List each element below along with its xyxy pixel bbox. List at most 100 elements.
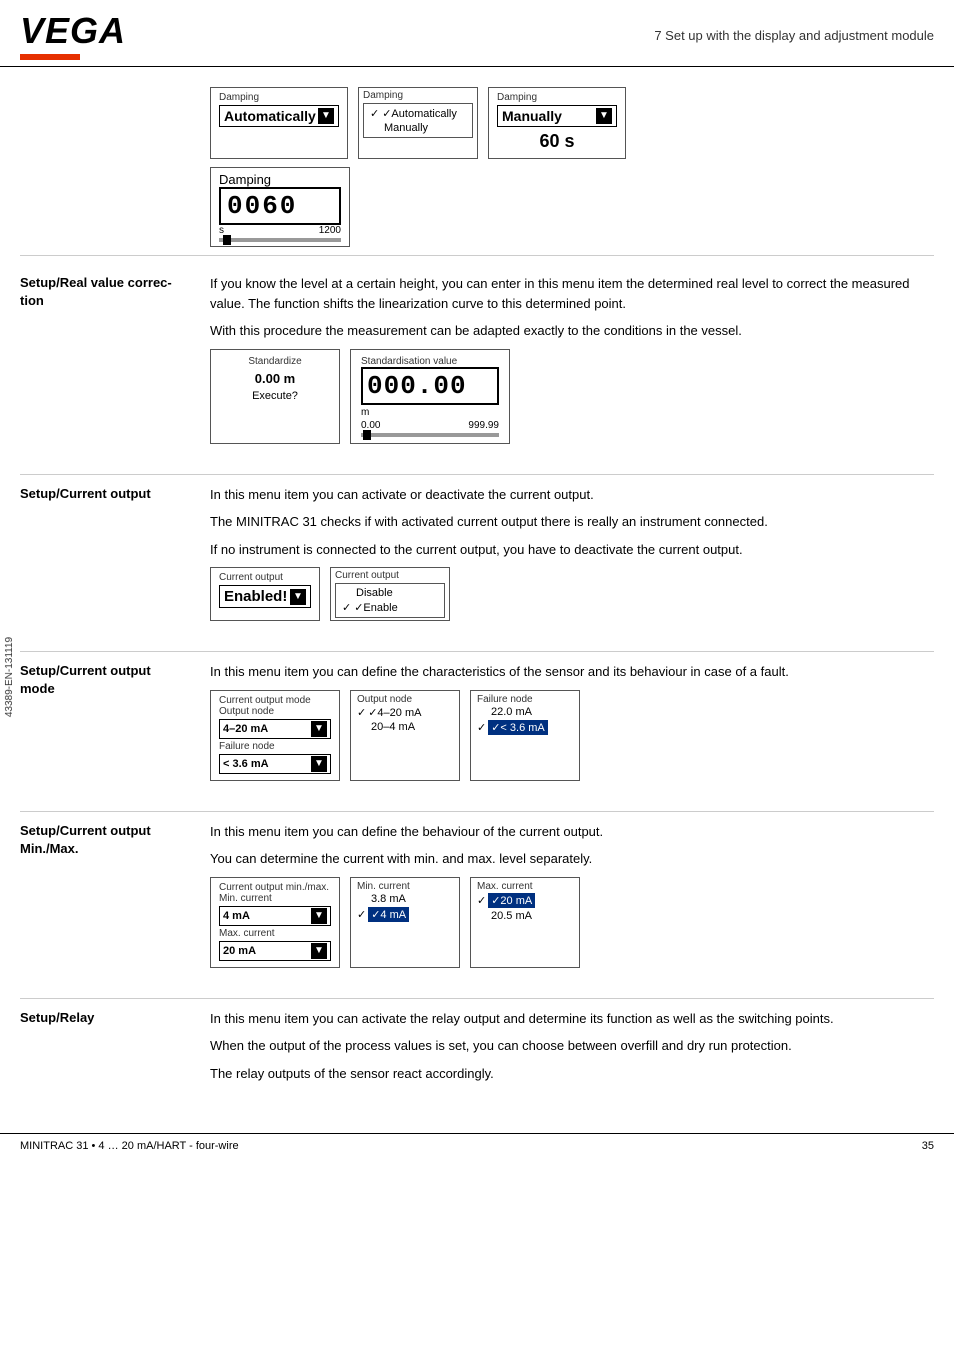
damping-widget-auto: Damping Automatically ▼ — [210, 87, 348, 159]
damping-menu-manual[interactable]: Manually — [370, 121, 466, 135]
side-label: 43389-EN-131119 — [4, 637, 15, 717]
damping-dropdown-1[interactable]: Automatically ▼ — [219, 105, 339, 127]
damping-slider-track[interactable] — [219, 238, 341, 242]
dropdown-arrow-2: ▼ — [596, 108, 612, 124]
std-num-box: Standardisation value 000.00 m 0.00 999.… — [350, 349, 510, 444]
max-menu-val2[interactable]: 20.5 mA — [477, 909, 573, 923]
co-menu-box: Current output Disable ✓Enable — [330, 567, 450, 621]
com-val1-row[interactable]: 4–20 mA ▼ — [219, 719, 331, 739]
minmax-heading: Setup/Current outputMin./Max. — [20, 822, 210, 976]
logo: VEGA — [20, 10, 126, 52]
com-arrow1: ▼ — [311, 721, 327, 737]
com-failure-menu: Failure node 22.0 mA ✓< 3.6 mA — [470, 690, 580, 781]
damping-menu-auto[interactable]: ✓Automatically — [370, 106, 466, 121]
real-value-widgets: Standardize 0.00 m Execute? Standardisat… — [210, 349, 934, 444]
co-menu-label: Current output — [335, 570, 445, 581]
relay-text2: When the output of the process values is… — [210, 1036, 934, 1056]
com-failure-label: Failure node — [477, 694, 573, 705]
damping-dropdown-2[interactable]: Manually ▼ — [497, 105, 617, 127]
relay-heading: Setup/Relay — [20, 1009, 210, 1092]
com-heading: Setup/Current outputmode — [20, 662, 210, 789]
damping-menu: ✓Automatically Manually — [363, 103, 473, 138]
std-slider-handle[interactable] — [363, 430, 371, 440]
minmax-min-row[interactable]: 4 mA ▼ — [219, 906, 331, 926]
co-text2: The MINITRAC 31 checks if with activated… — [210, 512, 934, 532]
com-title1a: Current output mode — [219, 695, 331, 706]
min-menu-label: Min. current — [357, 881, 453, 892]
std-unit: m — [361, 407, 369, 418]
minmax-section: Setup/Current outputMin./Max. In this me… — [20, 812, 934, 976]
co-menu-enable[interactable]: ✓Enable — [342, 600, 438, 615]
damping-num-label: Damping — [219, 172, 341, 187]
max-menu-label: Max. current — [477, 881, 573, 892]
com-text1: In this menu item you can define the cha… — [210, 662, 934, 682]
com-title1b: Output node — [219, 706, 331, 717]
com-out-val1[interactable]: ✓4–20 mA — [357, 705, 453, 720]
footer-left: MINITRAC 31 • 4 … 20 mA/HART - four-wire — [20, 1140, 239, 1152]
damping-label-1: Damping — [219, 92, 339, 103]
minmax-min-menu: Min. current 3.8 mA ✓4 mA — [350, 877, 460, 968]
min-menu-val2[interactable]: ✓4 mA — [357, 906, 453, 923]
com-content: In this menu item you can define the cha… — [210, 662, 934, 789]
co-value-text: Enabled! — [224, 588, 287, 605]
relay-text3: The relay outputs of the sensor react ac… — [210, 1064, 934, 1084]
current-output-section: Setup/Current output In this menu item y… — [20, 475, 934, 630]
relay-section: Setup/Relay In this menu item you can ac… — [20, 999, 934, 1092]
damping-value-2: Manually — [502, 108, 562, 124]
minmax-max-val: 20 mA — [223, 945, 256, 957]
damping-row1: Damping Automatically ▼ Damping ✓Automat… — [210, 87, 934, 159]
co-widgets: Current output Enabled! ▼ Current output… — [210, 567, 934, 621]
current-output-heading: Setup/Current output — [20, 485, 210, 630]
standardize-box: Standardize 0.00 m Execute? — [210, 349, 340, 444]
damping-slider-handle[interactable] — [223, 235, 231, 245]
std-val-label: Standardisation value — [361, 356, 499, 367]
logo-bar — [20, 54, 80, 60]
min-menu-val1[interactable]: 3.8 mA — [357, 892, 453, 906]
std-value: 0.00 m — [221, 371, 329, 386]
page-footer: MINITRAC 31 • 4 … 20 mA/HART - four-wire… — [0, 1133, 954, 1158]
co-menu-disable[interactable]: Disable — [342, 586, 438, 600]
real-value-text2: With this procedure the measurement can … — [210, 321, 934, 341]
real-value-section: Setup/Real value correc-tion If you know… — [20, 264, 934, 452]
damping-widget-menu: Damping ✓Automatically Manually — [358, 87, 478, 159]
minmax-content: In this menu item you can define the beh… — [210, 822, 934, 976]
relay-content: In this menu item you can activate the r… — [210, 1009, 934, 1092]
page-header: VEGA 7 Set up with the display and adjus… — [0, 0, 954, 67]
damping-menu-label: Damping — [363, 90, 473, 101]
com-val2-row[interactable]: < 3.6 mA ▼ — [219, 754, 331, 774]
damping-range-max: 1200 — [319, 225, 341, 236]
std-max: 999.99 — [468, 420, 499, 431]
com-out-val2[interactable]: 20–4 mA — [357, 720, 453, 734]
com-title1c: Failure node — [219, 741, 331, 752]
std-slider[interactable] — [361, 433, 499, 437]
com-arrow2: ▼ — [311, 756, 327, 772]
header-title: 7 Set up with the display and adjustment… — [654, 28, 934, 43]
damping-row2: Damping 0060 s 1200 — [210, 167, 934, 247]
minmax-max-row[interactable]: 20 mA ▼ — [219, 941, 331, 961]
com-output-menu-label: Output node — [357, 694, 453, 705]
minmax-max-menu: Max. current ✓20 mA 20.5 mA — [470, 877, 580, 968]
co-arrow: ▼ — [290, 589, 306, 605]
com-val2: < 3.6 mA — [223, 758, 269, 770]
damping-num-sub: s 1200 — [219, 225, 341, 236]
footer-right: 35 — [922, 1140, 934, 1152]
com-box1: Current output mode Output node 4–20 mA … — [210, 690, 340, 781]
damping-sixty-s: 60 s — [497, 131, 617, 152]
co-menu: Disable ✓Enable — [335, 583, 445, 618]
std-num-display[interactable]: 000.00 — [361, 367, 499, 405]
real-value-heading: Setup/Real value correc-tion — [20, 274, 210, 452]
minmax-max-label: Max. current — [219, 928, 331, 939]
co-enabled-box: Current output Enabled! ▼ — [210, 567, 320, 621]
minmax-text1: In this menu item you can define the beh… — [210, 822, 934, 842]
com-f1[interactable]: 22.0 mA — [477, 705, 573, 719]
max-menu-val1[interactable]: ✓20 mA — [477, 892, 573, 909]
std-execute[interactable]: Execute? — [221, 390, 329, 402]
damping-value-1: Automatically — [224, 108, 316, 124]
co-value[interactable]: Enabled! ▼ — [219, 585, 311, 608]
co-text3: If no instrument is connected to the cur… — [210, 540, 934, 560]
damping-num-display[interactable]: 0060 — [219, 187, 341, 225]
minmax-box1: Current output min./max. Min. current 4 … — [210, 877, 340, 968]
com-f2[interactable]: ✓< 3.6 mA — [477, 719, 573, 736]
com-widgets: Current output mode Output node 4–20 mA … — [210, 690, 934, 781]
std-num-sub: m — [361, 407, 499, 418]
